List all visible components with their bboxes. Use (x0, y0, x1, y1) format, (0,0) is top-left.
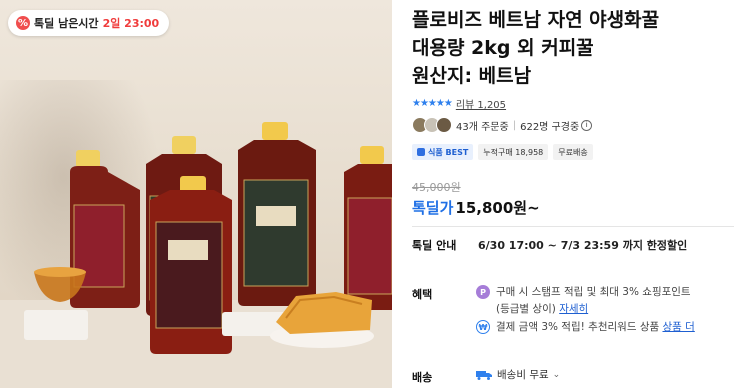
benefit-detail-link[interactable]: 자세히 (559, 303, 588, 315)
product-image[interactable]: % 톡딜 남은시간 2일 23:00 (0, 0, 392, 388)
buyer-avatars (412, 117, 452, 133)
benefit-stamp: P 구매 시 스탬프 적립 및 최대 3% 쇼핑포인트 (등급별 상이) 자세히 (476, 284, 734, 318)
benefit-reward: ₩ 결제 금액 3% 적립! 추천리워드 상품 상품 더 (476, 319, 734, 336)
benefit-key: 혜택 (412, 288, 433, 301)
reward-coin-icon: ₩ (476, 320, 490, 334)
deal-info-row: 톡딜 안내 6/30 17:00 ~ 7/3 23:59 까지 한정할인 (412, 237, 687, 253)
rating-row: ★★★★★ 리뷰 1,205 (412, 96, 506, 111)
tag-cumulative-purchases: 누적구매 18,958 (478, 144, 549, 160)
deal-price-label: 톡딜가 (412, 199, 454, 217)
reward-products-link[interactable]: 상품 더 (662, 319, 694, 336)
tag-free-shipping: 무료배송 (553, 144, 593, 160)
avatar (436, 117, 452, 133)
review-link[interactable]: 리뷰 1,205 (456, 96, 506, 111)
timer-value: 2일 23:00 (102, 17, 160, 30)
deal-info-value: 6/30 17:00 ~ 7/3 23:59 까지 한정할인 (478, 239, 688, 252)
product-tags: 식품 BEST 누적구매 18,958 무료배송 (412, 144, 593, 160)
divider: | (512, 119, 517, 131)
deal-price-amount: 15,800원~ (455, 199, 540, 217)
percent-icon: % (16, 16, 30, 30)
section-divider (412, 226, 734, 227)
deal-info-key: 톡딜 안내 (412, 239, 457, 252)
buyer-stats-row: 43개 주문중 | 622명 구경중 i (412, 117, 593, 133)
best-shield-icon (417, 148, 425, 156)
product-title: 플로비즈 베트남 자연 야생화꿀 대용량 2kg 외 커피꿀 원산지: 베트남 (412, 9, 660, 87)
shipping-key: 배송 (412, 371, 433, 384)
truck-icon (476, 370, 492, 380)
deal-price: 톡딜가 15,800원~ (412, 197, 540, 218)
order-count: 43개 주문중 (456, 121, 509, 133)
star-rating: ★★★★★ (412, 98, 453, 109)
chevron-down-icon[interactable]: ⌄ (553, 370, 561, 380)
tag-best[interactable]: 식품 BEST (412, 144, 474, 160)
benefit-list: P 구매 시 스탬프 적립 및 최대 3% 쇼핑포인트 (등급별 상이) 자세히… (476, 284, 734, 336)
viewer-count: 622명 구경중 (520, 121, 580, 133)
honey-bottles-illustration (0, 122, 392, 388)
point-coin-icon: P (476, 285, 490, 299)
deal-timer-badge: % 톡딜 남은시간 2일 23:00 (8, 10, 170, 36)
timer-label: 톡딜 남은시간 (34, 17, 99, 30)
shipping-value[interactable]: 배송비 무료 ⌄ (476, 367, 560, 382)
info-icon[interactable]: i (581, 119, 593, 131)
original-price: 45,000원 (412, 181, 461, 194)
product-info-panel: 플로비즈 베트남 자연 야생화꿀 대용량 2kg 외 커피꿀 원산지: 베트남 … (412, 0, 734, 388)
